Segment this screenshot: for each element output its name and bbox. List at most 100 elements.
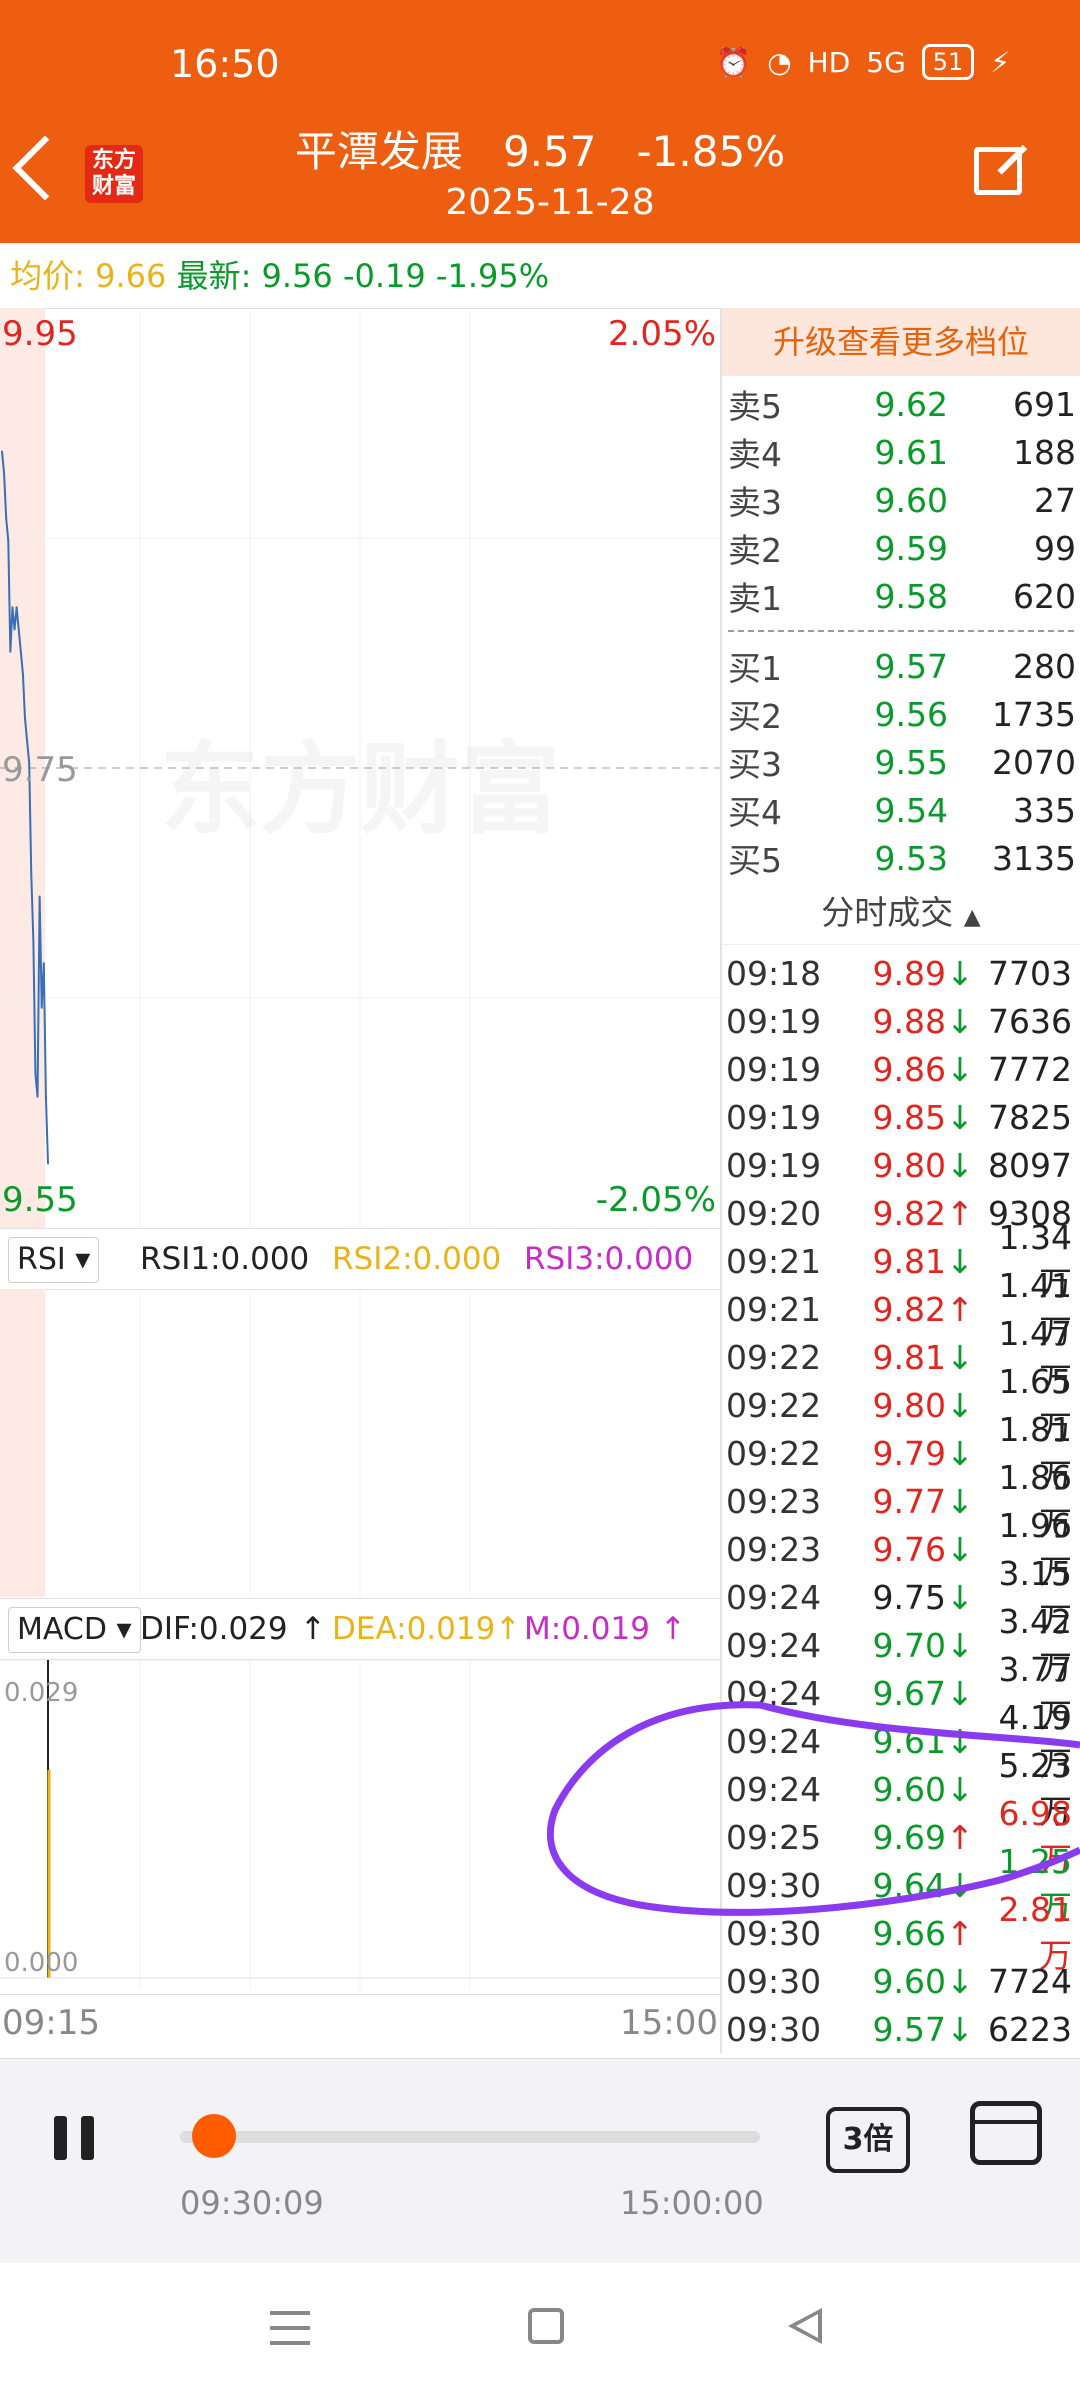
price-point	[3, 472, 6, 475]
pause-button[interactable]	[52, 2116, 96, 2160]
ask-price: 9.61	[874, 432, 948, 472]
bid-volume: 1735	[992, 694, 1076, 734]
ask-price: 9.58	[874, 576, 948, 616]
playback-end-time: 15:00:00	[620, 2184, 764, 2222]
ticks-header[interactable]: 分时成交 ▲	[722, 882, 1080, 945]
calendar-icon[interactable]	[970, 2101, 1042, 2165]
avg-value: 9.66	[95, 257, 167, 295]
ask-row[interactable]: 卖1 9.58 620	[722, 572, 1080, 620]
arrow-down-icon: ↓	[946, 1385, 974, 1425]
price-point	[19, 650, 22, 653]
alarm-icon: ⏰	[716, 45, 752, 79]
arrow-down-icon: ↓	[946, 953, 974, 993]
wifi-icon: ◔	[767, 45, 792, 79]
rsi-selector[interactable]: RSI ▾	[8, 1237, 100, 1283]
price-high-label: 9.95	[2, 314, 78, 354]
bid-price: 9.53	[874, 838, 948, 878]
home-icon[interactable]	[528, 2308, 564, 2344]
tick-volume: 7772	[988, 1049, 1072, 1089]
tick-price: 9.60	[872, 1769, 946, 1809]
playback-thumb[interactable]	[192, 2114, 236, 2158]
ask-list: 卖5 9.62 691 卖4 9.61 188 卖3 9.60 27 卖2 9.59 99 卖1 9.58…	[722, 380, 1080, 620]
ask-row[interactable]: 卖3 9.60 27	[722, 476, 1080, 524]
bid-row[interactable]: 买4 9.54 335	[722, 786, 1080, 834]
ask-row[interactable]: 卖5 9.62 691	[722, 380, 1080, 428]
arrow-down-icon: ↓	[946, 1241, 974, 1281]
ask-label: 卖5	[728, 387, 782, 426]
bid-row[interactable]: 买2 9.56 1735	[722, 690, 1080, 738]
macd-selector[interactable]: MACD ▾	[8, 1607, 141, 1653]
tick-time: 09:30	[726, 1913, 822, 1953]
tick-price: 9.67	[872, 1673, 946, 1713]
ask-row[interactable]: 卖4 9.61 188	[722, 428, 1080, 476]
tick-price: 9.57	[872, 2009, 946, 2049]
latest-value: 9.56	[261, 257, 333, 295]
playback-current-time: 09:30:09	[180, 2184, 324, 2222]
arrow-down-icon: ↓	[946, 1337, 974, 1377]
latest-label: 最新:	[176, 257, 252, 295]
tick-time: 09:19	[726, 1097, 822, 1137]
bid-volume: 3135	[992, 838, 1076, 878]
signal-label: 5G	[866, 45, 906, 79]
tick-list[interactable]: 09:18 9.89 ↓ 7703 09:19 9.88 ↓ 7636 09:19 9.86 ↓ 77…	[722, 949, 1080, 2053]
bid-row[interactable]: 买3 9.55 2070	[722, 738, 1080, 786]
tick-time: 09:24	[726, 1577, 822, 1617]
bid-label: 买4	[728, 793, 782, 832]
price-point	[32, 940, 35, 942]
price-point	[1, 450, 3, 453]
nav-back-icon[interactable]	[788, 2308, 822, 2344]
price-point	[38, 895, 41, 898]
bid-row[interactable]: 买5 9.53 3135	[722, 834, 1080, 882]
tick-time: 09:21	[726, 1241, 822, 1281]
stock-change-pct: -1.85%	[636, 127, 786, 176]
stock-price: 9.57	[502, 127, 597, 176]
tick-row: 09:19 9.88 ↓ 7636	[722, 997, 1080, 1045]
tick-volume: 8097	[988, 1145, 1072, 1185]
bid-label: 买2	[728, 697, 782, 736]
tick-time: 09:24	[726, 1721, 822, 1761]
tick-price: 9.82	[872, 1289, 946, 1329]
ask-volume: 691	[1013, 384, 1076, 424]
macd-bottom-label: 0.000	[4, 1948, 79, 1978]
tick-time: 09:19	[726, 1001, 822, 1041]
macd-dif: DIF:0.029	[140, 1611, 288, 1647]
stock-title: 平潭发展 9.57 -1.85%	[0, 118, 1080, 179]
arrow-down-icon: ↓	[946, 1145, 974, 1185]
tick-price: 9.79	[872, 1433, 946, 1473]
arrow-down-icon: ↓	[946, 1625, 974, 1665]
arrow-down-icon: ↓	[946, 1769, 974, 1809]
tick-price: 9.85	[872, 1097, 946, 1137]
playback-track[interactable]	[180, 2131, 760, 2143]
share-icon[interactable]	[974, 147, 1022, 195]
price-point	[9, 650, 12, 653]
avg-label: 均价:	[10, 257, 85, 295]
ask-row[interactable]: 卖2 9.59 99	[722, 524, 1080, 572]
price-point	[13, 628, 16, 631]
chart-area[interactable]: 9.95 2.05% 9.75 9.55 -2.05% 东方财富 RSI ▾ R…	[0, 308, 722, 2053]
playback-bar: 09:30:09 15:00:00 3倍	[0, 2058, 1080, 2264]
price-point	[42, 962, 45, 965]
speed-button[interactable]: 3倍	[826, 2107, 910, 2173]
time-axis-start: 09:15	[2, 2003, 100, 2043]
tick-time: 09:23	[726, 1481, 822, 1521]
tick-volume: 7636	[988, 1001, 1072, 1041]
tick-row: 09:30 9.57 ↓ 6223	[722, 2005, 1080, 2053]
battery-icon: 51	[921, 44, 975, 80]
arrow-up-icon: ↑	[946, 1289, 974, 1329]
menu-icon[interactable]	[270, 2311, 310, 2356]
tick-price: 9.81	[872, 1241, 946, 1281]
price-point	[47, 1162, 49, 1165]
tick-price: 9.66	[872, 1913, 946, 1953]
arrow-up-icon: ↑	[946, 1817, 974, 1857]
rsi1-value: RSI1:0.000	[140, 1241, 310, 1277]
bid-row[interactable]: 买1 9.57 280	[722, 642, 1080, 690]
latest-change: -0.19	[342, 257, 426, 295]
tick-price: 9.81	[872, 1337, 946, 1377]
upgrade-button[interactable]: 升级查看更多档位	[722, 308, 1080, 376]
quote-panel: 升级查看更多档位 卖5 9.62 691 卖4 9.61 188 卖3 9.60 27 卖2 9.5…	[722, 308, 1080, 2053]
price-point	[26, 739, 29, 742]
ask-price: 9.60	[874, 480, 948, 520]
tick-row: 09:18 9.89 ↓ 7703	[722, 949, 1080, 997]
bid-volume: 335	[1013, 790, 1076, 830]
watermark: 东方财富	[160, 731, 560, 848]
